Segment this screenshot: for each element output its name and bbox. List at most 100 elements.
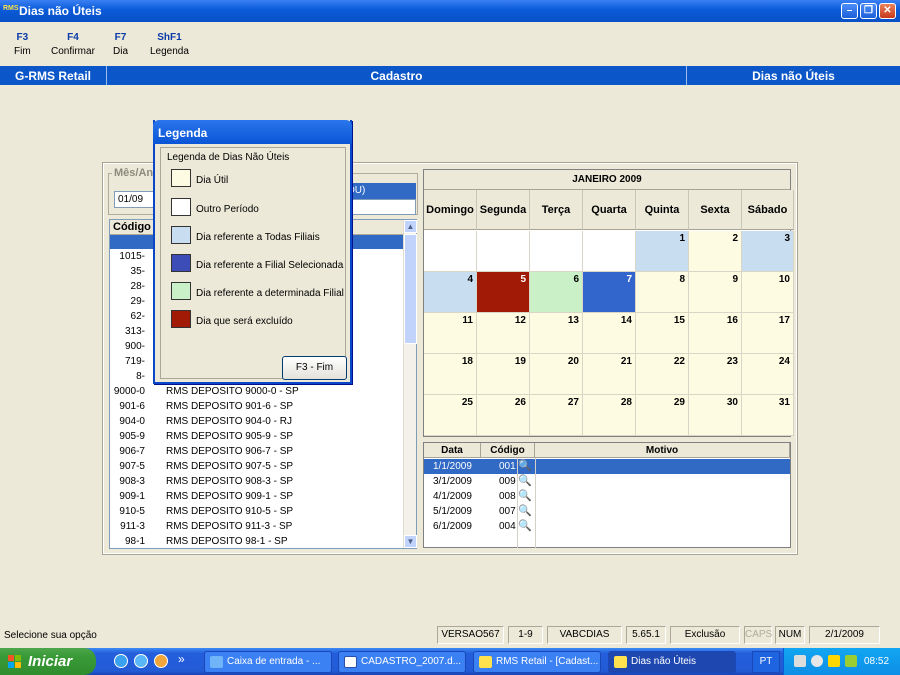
list-item[interactable]: 910-5 RMS DEPOSITO 910-5 - SP xyxy=(110,506,405,521)
reason-divider xyxy=(535,458,536,548)
calendar-day-19[interactable]: 19 xyxy=(477,354,530,395)
list-item-code: 28- xyxy=(130,281,145,292)
branch-selected[interactable]: OU) xyxy=(343,183,416,199)
calendar-day-31[interactable]: 31 xyxy=(742,395,794,436)
list-item[interactable]: 911-3 RMS DEPOSITO 911-3 - SP xyxy=(110,521,405,536)
calendar-day-29[interactable]: 29 xyxy=(636,395,689,436)
calendar-day-10[interactable]: 10 xyxy=(742,272,794,313)
calendar-day-1[interactable]: 1 xyxy=(636,231,689,272)
calendar-day-18[interactable]: 18 xyxy=(424,354,477,395)
weekday-header: Domingo xyxy=(424,190,477,230)
close-button[interactable]: ✕ xyxy=(879,3,896,19)
calendar-day-4[interactable]: 4 xyxy=(424,272,477,313)
col-data[interactable]: Data xyxy=(424,443,481,458)
scroll-down-button[interactable]: ▼ xyxy=(404,535,417,548)
legend-close-button[interactable]: F3 - Fim xyxy=(282,356,347,380)
reason-row[interactable]: 6/1/2009 004 🔍 xyxy=(424,519,790,534)
media-icon[interactable] xyxy=(154,654,168,668)
rms-icon xyxy=(479,656,492,668)
calendar-day-20[interactable]: 20 xyxy=(530,354,583,395)
taskbar-item-rms[interactable]: RMS Retail - [Cadast... xyxy=(473,651,601,673)
calendar-day-27[interactable]: 27 xyxy=(530,395,583,436)
binoculars-search-icon[interactable]: 🔍 xyxy=(518,474,532,487)
calendar-day-9[interactable]: 9 xyxy=(689,272,742,313)
calendar-day-28[interactable]: 28 xyxy=(583,395,636,436)
legend-swatch-specific-branch xyxy=(171,282,191,300)
calendar-day-5[interactable]: 5 xyxy=(477,272,530,313)
calendar-empty-cell xyxy=(477,231,530,272)
calendar-day-15[interactable]: 15 xyxy=(636,313,689,354)
binoculars-search-icon[interactable]: 🔍 xyxy=(518,504,532,517)
status-range: 1-9 xyxy=(508,626,543,644)
calendar-day-13[interactable]: 13 xyxy=(530,313,583,354)
calendar-day-2[interactable]: 2 xyxy=(689,231,742,272)
reason-row[interactable]: 4/1/2009 008 🔍 xyxy=(424,489,790,504)
list-item[interactable]: 9000-0 RMS DEPOSITO 9000-0 - SP xyxy=(110,386,405,401)
desktop-icon[interactable] xyxy=(134,654,148,668)
window-title: Dias não Úteis xyxy=(19,4,102,18)
restore-button[interactable]: ❐ xyxy=(860,3,877,19)
taskbar-item-dias[interactable]: Dias não Úteis xyxy=(608,651,736,673)
start-button[interactable]: Iniciar xyxy=(0,648,96,675)
calendar-empty-cell xyxy=(424,231,477,272)
list-header-code: Código xyxy=(113,221,151,233)
calendar-day-25[interactable]: 25 xyxy=(424,395,477,436)
list-item[interactable]: 906-7 RMS DEPOSITO 906-7 - SP xyxy=(110,446,405,461)
calendar-day-16[interactable]: 16 xyxy=(689,313,742,354)
calendar-day-3[interactable]: 3 xyxy=(742,231,794,272)
calendar-day-17[interactable]: 17 xyxy=(742,313,794,354)
calendar-day-30[interactable]: 30 xyxy=(689,395,742,436)
reason-row[interactable]: 1/1/2009 001 🔍 xyxy=(424,459,790,474)
col-codigo[interactable]: Código xyxy=(481,443,535,458)
reason-row[interactable]: 3/1/2009 009 🔍 xyxy=(424,474,790,489)
col-motivo[interactable]: Motivo xyxy=(535,443,790,458)
list-item[interactable]: 901-6 RMS DEPOSITO 901-6 - SP xyxy=(110,401,405,416)
calendar-day-24[interactable]: 24 xyxy=(742,354,794,395)
language-indicator[interactable]: PT xyxy=(752,651,780,673)
volume-icon[interactable] xyxy=(811,655,823,667)
calendar-day-23[interactable]: 23 xyxy=(689,354,742,395)
month-year-input[interactable]: 01/09 xyxy=(114,191,154,208)
legend-title: Legenda xyxy=(153,120,352,144)
ie-icon[interactable] xyxy=(114,654,128,668)
branch-input[interactable] xyxy=(343,199,416,215)
word-icon xyxy=(344,656,357,668)
minimize-button[interactable]: – xyxy=(841,3,858,19)
fkey-f3-fim[interactable]: F3 Fim xyxy=(14,32,31,57)
taskbar-item-inbox[interactable]: Caixa de entrada - ... xyxy=(204,651,332,673)
calendar-day-26[interactable]: 26 xyxy=(477,395,530,436)
fkey-shf1-legenda[interactable]: ShF1 Legenda xyxy=(150,32,189,57)
list-item[interactable]: 909-1 RMS DEPOSITO 909-1 - SP xyxy=(110,491,405,506)
binoculars-search-icon[interactable]: 🔍 xyxy=(518,519,532,532)
list-item-code: 1015- xyxy=(119,251,145,262)
binoculars-search-icon[interactable]: 🔍 xyxy=(518,489,532,502)
scroll-thumb[interactable] xyxy=(404,234,417,344)
list-item[interactable]: 98-1 RMS DEPOSITO 98-1 - SP xyxy=(110,536,405,551)
fkey-f7-dia[interactable]: F7 Dia xyxy=(113,32,128,57)
taskbar-item-word[interactable]: CADASTRO_2007.d... xyxy=(338,651,466,673)
binoculars-search-icon[interactable]: 🔍 xyxy=(518,459,532,472)
calendar-day-12[interactable]: 12 xyxy=(477,313,530,354)
calendar-day-7[interactable]: 7 xyxy=(583,272,636,313)
header-screen: Dias não Úteis xyxy=(752,69,835,83)
calendar-day-11[interactable]: 11 xyxy=(424,313,477,354)
reason-date: 5/1/2009 xyxy=(433,506,472,517)
scroll-up-button[interactable]: ▲ xyxy=(404,220,417,233)
rms-tray-icon[interactable] xyxy=(828,655,840,667)
fkey-f4-confirmar[interactable]: F4 Confirmar xyxy=(51,32,95,57)
list-item[interactable]: 907-5 RMS DEPOSITO 907-5 - SP xyxy=(110,461,405,476)
list-scrollbar[interactable]: ▲ ▼ xyxy=(403,220,417,548)
list-item[interactable]: 904-0 RMS DEPOSITO 904-0 - RJ xyxy=(110,416,405,431)
network-icon[interactable] xyxy=(794,655,806,667)
list-item[interactable]: 908-3 RMS DEPOSITO 908-3 - SP xyxy=(110,476,405,491)
calendar-day-21[interactable]: 21 xyxy=(583,354,636,395)
calendar-day-6[interactable]: 6 xyxy=(530,272,583,313)
app-tray-icon[interactable] xyxy=(845,655,857,667)
reason-row[interactable]: 5/1/2009 007 🔍 xyxy=(424,504,790,519)
fkey-label: Dia xyxy=(113,46,129,57)
calendar-day-14[interactable]: 14 xyxy=(583,313,636,354)
calendar-day-8[interactable]: 8 xyxy=(636,272,689,313)
list-item[interactable]: 905-9 RMS DEPOSITO 905-9 - SP xyxy=(110,431,405,446)
quicklaunch-chevron-icon[interactable]: » xyxy=(178,652,185,666)
calendar-day-22[interactable]: 22 xyxy=(636,354,689,395)
